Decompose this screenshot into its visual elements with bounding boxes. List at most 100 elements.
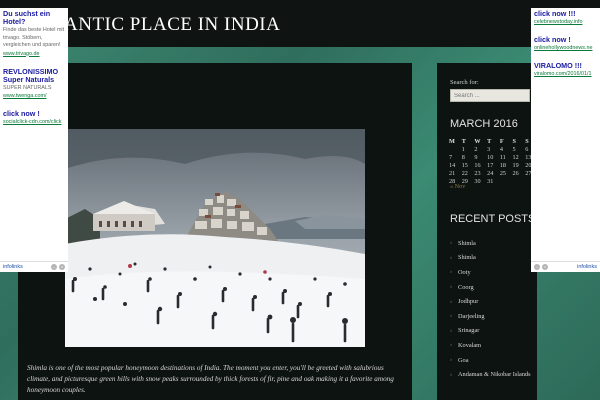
recent-post-link[interactable]: › Jodhpur bbox=[450, 294, 540, 309]
site-header: ANTIC PLACE IN INDIA bbox=[0, 0, 600, 47]
weekday-header: F bbox=[499, 137, 504, 145]
calendar-day: 3 bbox=[487, 145, 491, 153]
ad-title[interactable]: REVLONISSIMO Super Naturals bbox=[3, 67, 65, 84]
recent-post-link[interactable]: › Ooty bbox=[450, 265, 540, 280]
calendar-day: 17 bbox=[487, 161, 494, 169]
recent-post-label: Goa bbox=[458, 356, 469, 364]
calendar-day: 26 bbox=[512, 169, 519, 177]
recent-post-label: Srinagar bbox=[458, 327, 480, 335]
ad-url[interactable]: celebnewstoday.info bbox=[534, 18, 597, 26]
recent-post-link[interactable]: › Kovalam bbox=[450, 338, 540, 353]
close-icon[interactable]: × bbox=[542, 264, 548, 270]
recent-post-label: Shimla bbox=[458, 254, 476, 262]
calendar-day: 31 bbox=[487, 177, 494, 185]
arrow-right-icon: › bbox=[450, 298, 452, 305]
calendar-day bbox=[499, 177, 512, 185]
ad-url[interactable]: viralomo.com/2016/01/1 bbox=[534, 70, 597, 78]
recent-post-link[interactable]: › Goa bbox=[450, 353, 540, 368]
arrow-right-icon: › bbox=[450, 240, 452, 247]
weekday-header: T bbox=[461, 137, 466, 145]
calendar-day: 24 bbox=[487, 169, 494, 177]
calendar-day: 25 bbox=[499, 169, 506, 177]
ad-url[interactable]: socialclick-cdn.com/click bbox=[3, 118, 65, 126]
ad-url[interactable]: www.twenga.com/ bbox=[3, 92, 65, 100]
calendar-day bbox=[512, 177, 525, 185]
recent-post-label: Kovalam bbox=[458, 341, 482, 349]
site-title[interactable]: ANTIC PLACE IN INDIA bbox=[64, 14, 280, 36]
recent-post-link[interactable]: › Andaman & Nikobar Islands bbox=[450, 367, 540, 382]
calendar-day: 10 bbox=[487, 153, 494, 161]
ad-title[interactable]: Du suchst ein Hotel? bbox=[3, 10, 65, 26]
calendar-day: 14 bbox=[449, 161, 456, 169]
calendar-day: 22 bbox=[461, 169, 468, 177]
recent-post-link[interactable]: › Shimla bbox=[450, 251, 540, 266]
arrow-right-icon: › bbox=[450, 342, 452, 349]
recent-posts-title: RECENT POSTS bbox=[450, 213, 536, 225]
calendar-table: M T W T F S S 1 2 3 4 5 6 7 8 9 10 11 12… bbox=[448, 137, 537, 185]
arrow-right-icon: › bbox=[450, 254, 452, 261]
recent-post-label: Ooty bbox=[458, 268, 471, 276]
ad-description: Finde das beste Hotel mit trivago. Stöbe… bbox=[3, 27, 65, 48]
ad-panel-right: click now !!! celebnewstoday.info click … bbox=[531, 8, 600, 272]
arrow-right-icon: › bbox=[450, 313, 452, 320]
calendar-day: 4 bbox=[499, 145, 503, 153]
main-content: Shimla is one of the most popular honeym… bbox=[18, 63, 412, 400]
minimize-icon[interactable]: – bbox=[51, 264, 57, 270]
shimla-snow-photo bbox=[65, 129, 365, 347]
ad-item[interactable]: click now ! socialclick-cdn.com/click bbox=[0, 108, 68, 126]
search-label: Search for: bbox=[450, 79, 479, 86]
ad-title[interactable]: VIRALOMO !!! bbox=[534, 62, 597, 70]
calendar-day: 7 bbox=[449, 153, 453, 161]
ad-panel-left: Du suchst ein Hotel? Finde das beste Hot… bbox=[0, 8, 68, 272]
recent-post-link[interactable]: › Coorg bbox=[450, 280, 540, 295]
ad-url[interactable]: www.trivago.de bbox=[3, 50, 65, 58]
calendar-day bbox=[448, 145, 461, 153]
search-input[interactable] bbox=[450, 89, 530, 102]
calendar-day: 11 bbox=[499, 153, 506, 161]
minimize-icon[interactable]: – bbox=[534, 264, 540, 270]
close-icon[interactable]: × bbox=[59, 264, 65, 270]
weekday-header: M bbox=[449, 137, 455, 145]
ad-item[interactable]: REVLONISSIMO Super Naturals SUPER NATURA… bbox=[0, 66, 68, 101]
infolinks-logo[interactable]: infolinks bbox=[577, 264, 597, 270]
sidebar: Search for: MARCH 2016 M T W T F S S 1 2… bbox=[437, 63, 537, 400]
ad-footer: infolinks – × bbox=[0, 261, 68, 272]
recent-post-label: Shimla bbox=[458, 239, 476, 247]
arrow-right-icon: › bbox=[450, 371, 452, 378]
calendar-day: 1 bbox=[461, 145, 465, 153]
ad-title[interactable]: click now ! bbox=[534, 36, 597, 44]
calendar-day: 5 bbox=[512, 145, 516, 153]
post-image[interactable] bbox=[65, 129, 365, 347]
calendar-day: 18 bbox=[499, 161, 506, 169]
calendar-day: 19 bbox=[512, 161, 519, 169]
calendar-prev-link[interactable]: « Nov bbox=[450, 183, 465, 190]
ad-item[interactable]: Du suchst ein Hotel? Finde das beste Hot… bbox=[0, 8, 68, 58]
calendar-day: 9 bbox=[474, 153, 478, 161]
ad-item[interactable]: click now !!! celebnewstoday.info bbox=[531, 8, 600, 26]
ad-item[interactable]: click now ! onlinehollywoodnews.ne bbox=[531, 34, 600, 52]
weekday-header: S bbox=[512, 137, 516, 145]
weekday-header: W bbox=[474, 137, 481, 145]
ad-item[interactable]: VIRALOMO !!! viralomo.com/2016/01/1 bbox=[531, 60, 600, 78]
arrow-right-icon: › bbox=[450, 284, 452, 291]
ad-title[interactable]: click now !!! bbox=[534, 10, 597, 18]
arrow-right-icon: › bbox=[450, 269, 452, 276]
calendar-day: 15 bbox=[461, 161, 468, 169]
recent-post-label: Andaman & Nikobar Islands bbox=[458, 371, 531, 379]
infolinks-logo[interactable]: infolinks bbox=[3, 264, 23, 270]
recent-posts-list: › Shimla › Shimla › Ooty › Coorg › Jodhpur › D… bbox=[450, 236, 540, 382]
ad-title[interactable]: click now ! bbox=[3, 110, 65, 118]
calendar-day: 30 bbox=[474, 177, 481, 185]
recent-post-link[interactable]: › Srinagar bbox=[450, 324, 540, 339]
calendar-day: 23 bbox=[474, 169, 481, 177]
recent-post-link[interactable]: › Darjeeling bbox=[450, 309, 540, 324]
calendar-title: MARCH 2016 bbox=[450, 118, 518, 130]
recent-post-label: Darjeeling bbox=[458, 312, 485, 320]
calendar-day: 12 bbox=[512, 153, 519, 161]
calendar-day: 8 bbox=[461, 153, 465, 161]
recent-post-link[interactable]: › Shimla bbox=[450, 236, 540, 251]
ad-url[interactable]: onlinehollywoodnews.ne bbox=[534, 44, 597, 52]
recent-post-label: Coorg bbox=[458, 283, 474, 291]
recent-post-label: Jodhpur bbox=[458, 298, 479, 306]
post-excerpt: Shimla is one of the most popular honeym… bbox=[27, 364, 394, 394]
